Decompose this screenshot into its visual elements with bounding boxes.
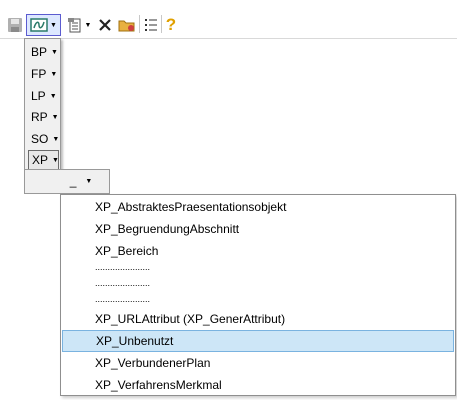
menu-item-fp[interactable]: FP ▼ <box>28 64 59 84</box>
list-item[interactable]: XP_URLAttribut (XP_GenerAttribut) <box>62 308 454 330</box>
folder-button[interactable] <box>117 14 137 36</box>
list-item[interactable]: XP_AbstraktesPraesentationsobjekt <box>62 196 454 218</box>
chevron-down-icon: ▼ <box>51 48 58 56</box>
list-item-selected[interactable]: XP_Unbenutzt <box>62 330 454 352</box>
menu-item-label: FP <box>31 67 47 81</box>
xplan-button[interactable]: ▼ <box>26 14 61 36</box>
list-item[interactable]: ...................... <box>62 275 454 291</box>
menu-item-label: XP <box>32 153 49 167</box>
toolbar: ▼ ▼ ? <box>0 0 457 38</box>
menu-item-label: SO <box>31 132 49 146</box>
chevron-down-icon: ▼ <box>50 21 57 29</box>
properties-icon <box>67 18 81 33</box>
chevron-down-icon: ▼ <box>51 113 59 121</box>
list-item[interactable]: ...................... <box>62 291 454 307</box>
chevron-down-icon: ▼ <box>50 70 58 78</box>
help-icon: ? <box>165 15 177 34</box>
menu-item-label: RP <box>31 110 48 124</box>
toolbar-separator <box>139 15 140 33</box>
list-item[interactable]: ...................... <box>62 259 454 275</box>
chevron-down-icon: ▼ <box>85 177 93 185</box>
list-icon <box>145 19 157 31</box>
submenu-label: _ <box>69 174 77 188</box>
delete-button[interactable] <box>96 14 114 36</box>
folder-icon <box>118 20 135 32</box>
save-button[interactable] <box>6 14 24 36</box>
xplan-icon <box>30 18 48 32</box>
menu-item-label: LP <box>31 89 46 103</box>
menu-item-so[interactable]: SO ▼ <box>28 129 59 149</box>
menu-item-lp[interactable]: LP ▼ <box>28 86 59 106</box>
submenu-dropdown[interactable]: _ ▼ <box>55 172 107 190</box>
chevron-down-icon: ▼ <box>52 135 60 143</box>
menu-item-xp[interactable]: XP ▼ <box>28 150 59 170</box>
list-item[interactable]: XP_BegruendungAbschnitt <box>62 218 454 240</box>
chevron-down-icon: ▼ <box>52 156 59 164</box>
toolbar-separator <box>161 15 162 33</box>
list-item[interactable]: XP_VerfahrensMerkmal <box>62 374 454 396</box>
submenu: _ ▼ <box>24 169 110 194</box>
delete-icon <box>99 19 111 31</box>
toolbar-border <box>0 38 457 39</box>
chevron-down-icon: ▼ <box>84 21 92 29</box>
menu-item-rp[interactable]: RP ▼ <box>28 107 59 127</box>
list-button[interactable] <box>142 14 160 36</box>
help-button[interactable]: ? <box>163 14 179 36</box>
menu-item-bp[interactable]: BP ▼ <box>28 42 59 62</box>
properties-button[interactable]: ▼ <box>65 14 93 36</box>
menu-item-label: BP <box>31 45 48 59</box>
class-dropdown-list: XP_AbstraktesPraesentationsobjekt XP_Beg… <box>60 194 456 396</box>
save-icon <box>8 18 22 32</box>
chevron-down-icon: ▼ <box>49 92 57 100</box>
list-item[interactable]: XP_VerbundenerPlan <box>62 352 454 374</box>
schema-menu: BP ▼ FP ▼ LP ▼ RP ▼ SO ▼ XP ▼ <box>24 38 61 190</box>
